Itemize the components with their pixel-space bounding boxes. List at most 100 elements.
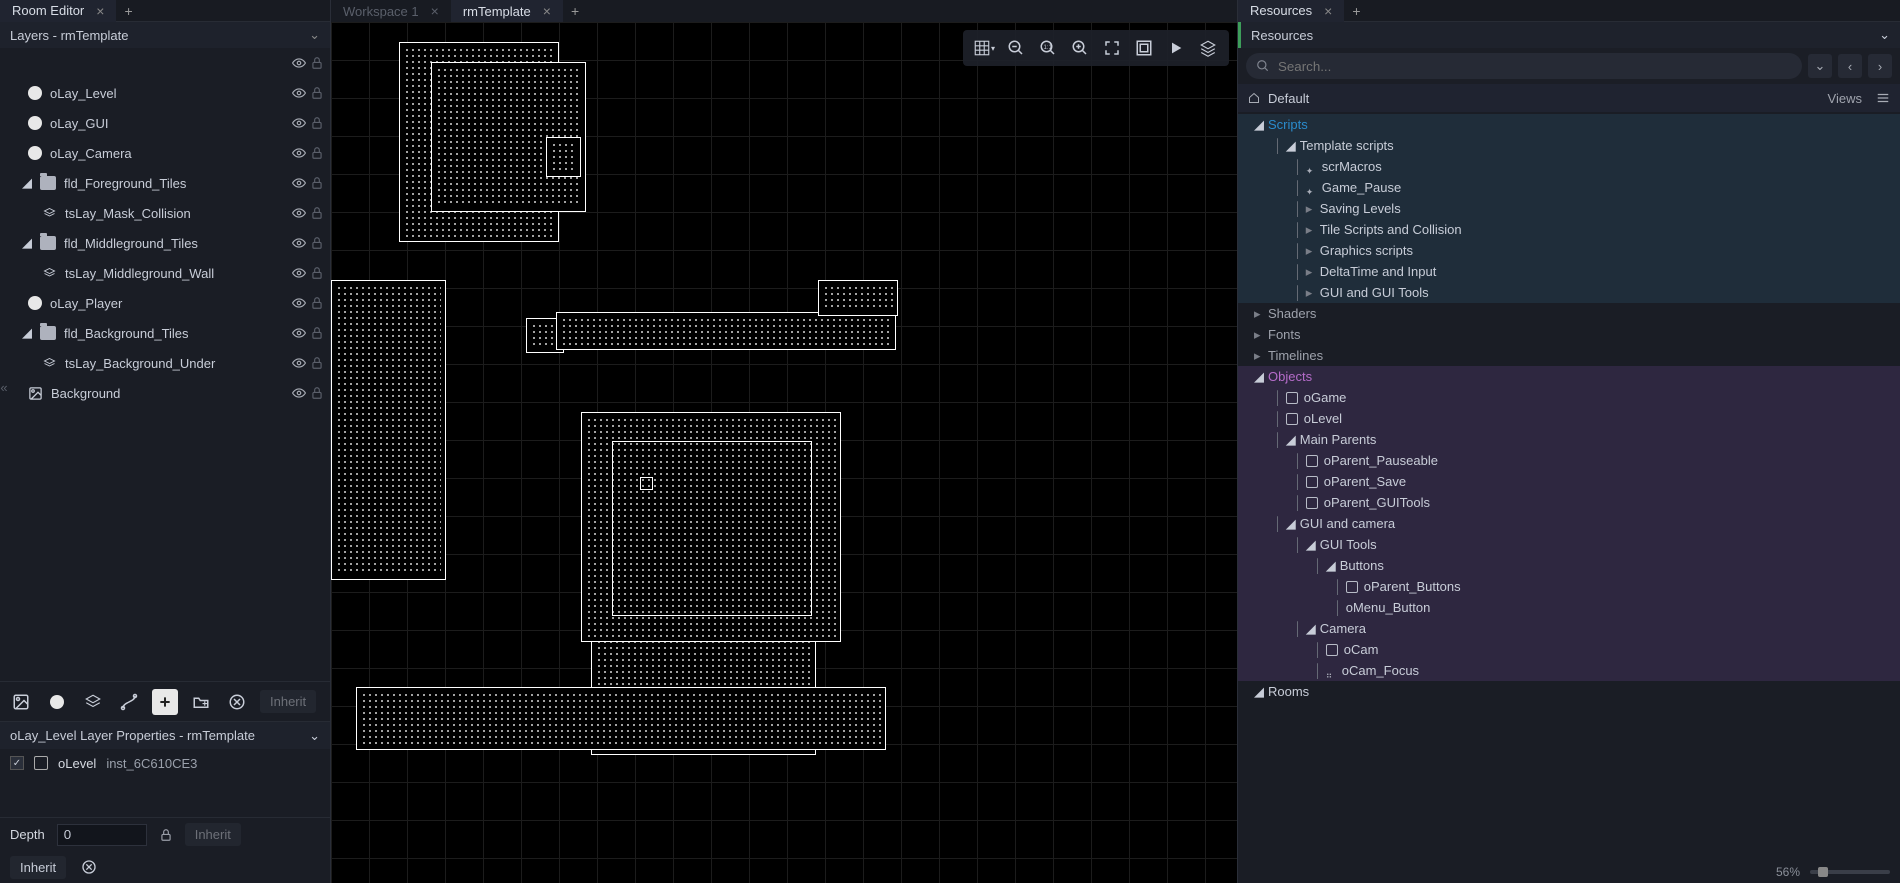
tree-dot[interactable]: │ oCam_Focus [1238, 660, 1900, 681]
close-icon[interactable]: × [431, 3, 439, 19]
frame-icon[interactable] [1133, 37, 1155, 59]
zoom-out-icon[interactable] [1005, 37, 1027, 59]
layer-row[interactable]: tsLay_Background_Under [0, 348, 330, 378]
add-instance-layer-icon[interactable] [44, 689, 70, 715]
tree-obj[interactable]: │ oLevel [1238, 408, 1900, 429]
eye-icon[interactable] [292, 386, 306, 400]
lock-icon[interactable] [159, 828, 173, 842]
tab-resources[interactable]: Resources × [1238, 0, 1344, 22]
add-tab-icon[interactable]: + [1344, 3, 1368, 19]
tree-obj[interactable]: │ oParent_Save [1238, 471, 1900, 492]
depth-input[interactable] [57, 824, 147, 846]
tree-script[interactable]: │ Game_Pause [1238, 177, 1900, 198]
eye-icon[interactable] [292, 206, 306, 220]
chevron-down-icon[interactable]: ◢ [1286, 138, 1294, 154]
chevron-down-icon[interactable]: ◢ [1326, 558, 1334, 574]
next-icon[interactable]: › [1868, 54, 1892, 78]
chevron-right-icon[interactable]: ▸ [1254, 327, 1262, 343]
add-path-layer-icon[interactable] [116, 689, 142, 715]
collapse-left-icon[interactable]: « [0, 380, 8, 394]
eye-icon[interactable] [292, 236, 306, 250]
eye-icon[interactable] [292, 296, 306, 310]
search-input[interactable] [1278, 59, 1792, 74]
close-icon[interactable]: × [96, 3, 104, 19]
chevron-right-icon[interactable]: ▸ [1306, 264, 1314, 280]
room-canvas[interactable]: ▾ 1:1 [331, 22, 1237, 883]
tree-cat[interactable]: ◢Scripts [1238, 114, 1900, 135]
fullscreen-icon[interactable] [1101, 37, 1123, 59]
tree-folder[interactable]: │ ▸GUI and GUI Tools [1238, 282, 1900, 303]
tab-workspace[interactable]: Workspace 1 × [331, 0, 451, 22]
tab-room-editor[interactable]: Room Editor × [0, 0, 116, 22]
layers-header[interactable]: Layers - rmTemplate ⌄ [0, 22, 330, 48]
layer-row[interactable]: ◢fld_Middleground_Tiles [0, 228, 330, 258]
chevron-right-icon[interactable]: ▸ [1306, 222, 1314, 238]
layer-row[interactable]: tsLay_Mask_Collision [0, 198, 330, 228]
lock-icon[interactable] [310, 236, 324, 250]
layer-row[interactable]: ◢fld_Background_Tiles [0, 318, 330, 348]
tree-cat[interactable]: ◢Rooms [1238, 681, 1900, 702]
tree-folder[interactable]: │ ◢GUI Tools [1238, 534, 1900, 555]
chevron-down-icon[interactable]: ◢ [1254, 117, 1262, 133]
chevron-down-icon[interactable]: ◢ [1286, 516, 1294, 532]
layer-row[interactable]: tsLay_Middleground_Wall [0, 258, 330, 288]
prev-icon[interactable]: ‹ [1838, 54, 1862, 78]
zoom-reset-icon[interactable]: 1:1 [1037, 37, 1059, 59]
tree-folder[interactable]: │ ◢Camera [1238, 618, 1900, 639]
inherit-layer-button[interactable]: Inherit [10, 856, 66, 879]
eye-icon[interactable] [292, 116, 306, 130]
views-label[interactable]: Views [1828, 91, 1862, 106]
lock-icon[interactable] [310, 296, 324, 310]
tree-cat[interactable]: ▸Shaders [1238, 303, 1900, 324]
eye-icon[interactable] [292, 56, 306, 70]
add-folder-icon[interactable] [188, 689, 214, 715]
tree-folder[interactable]: │ ▸DeltaTime and Input [1238, 261, 1900, 282]
tree-obj[interactable]: │ oParent_GUITools [1238, 492, 1900, 513]
lock-icon[interactable] [310, 56, 324, 70]
eye-icon[interactable] [292, 326, 306, 340]
tree-cat[interactable]: ▸Timelines [1238, 345, 1900, 366]
play-icon[interactable] [1165, 37, 1187, 59]
tree-folder[interactable]: │ ◢Main Parents [1238, 429, 1900, 450]
chevron-right-icon[interactable]: ▸ [1254, 348, 1262, 364]
chevron-down-icon[interactable]: ⌄ [309, 27, 320, 43]
close-icon[interactable]: × [543, 3, 551, 19]
layer-row[interactable]: oLay_Level [0, 78, 330, 108]
search-box[interactable] [1246, 53, 1802, 79]
chevron-right-icon[interactable]: ▸ [1306, 201, 1314, 217]
add-asset-layer-icon[interactable] [152, 689, 178, 715]
lock-icon[interactable] [310, 116, 324, 130]
chevron-down-icon[interactable]: ⌄ [1808, 54, 1832, 78]
chevron-right-icon[interactable]: ▸ [1306, 243, 1314, 259]
layer-row[interactable]: oLay_Camera [0, 138, 330, 168]
layer-row[interactable]: oLay_Player [0, 288, 330, 318]
lock-icon[interactable] [310, 86, 324, 100]
tree-obj[interactable]: │ oCam [1238, 639, 1900, 660]
chevron-down-icon[interactable]: ◢ [22, 235, 32, 251]
lock-icon[interactable] [310, 176, 324, 190]
lock-icon[interactable] [310, 386, 324, 400]
lock-icon[interactable] [310, 206, 324, 220]
tree-cat[interactable]: ◢Objects [1238, 366, 1900, 387]
eye-icon[interactable] [292, 266, 306, 280]
add-tile-layer-icon[interactable] [80, 689, 106, 715]
layer-row[interactable]: Background [0, 378, 330, 408]
tree-obj[interactable]: │ oParent_Buttons [1238, 576, 1900, 597]
zoom-slider[interactable] [1810, 870, 1890, 874]
zoom-in-icon[interactable] [1069, 37, 1091, 59]
tree-cat[interactable]: ▸Fonts [1238, 324, 1900, 345]
tree-folder[interactable]: │ ◢GUI and camera [1238, 513, 1900, 534]
lock-icon[interactable] [310, 146, 324, 160]
eye-icon[interactable] [292, 176, 306, 190]
eye-icon[interactable] [292, 146, 306, 160]
close-icon[interactable]: × [1324, 3, 1332, 19]
add-bg-layer-icon[interactable] [8, 689, 34, 715]
inherit-depth-button[interactable]: Inherit [185, 823, 241, 846]
menu-icon[interactable] [1876, 91, 1890, 105]
tab-rmtemplate[interactable]: rmTemplate × [451, 0, 563, 22]
layers-icon[interactable] [1197, 37, 1219, 59]
chevron-down-icon[interactable]: ◢ [22, 325, 32, 341]
chevron-right-icon[interactable]: ▸ [1306, 285, 1314, 301]
tree-folder[interactable]: │ ▸Tile Scripts and Collision [1238, 219, 1900, 240]
chevron-down-icon[interactable]: ◢ [1254, 684, 1262, 700]
